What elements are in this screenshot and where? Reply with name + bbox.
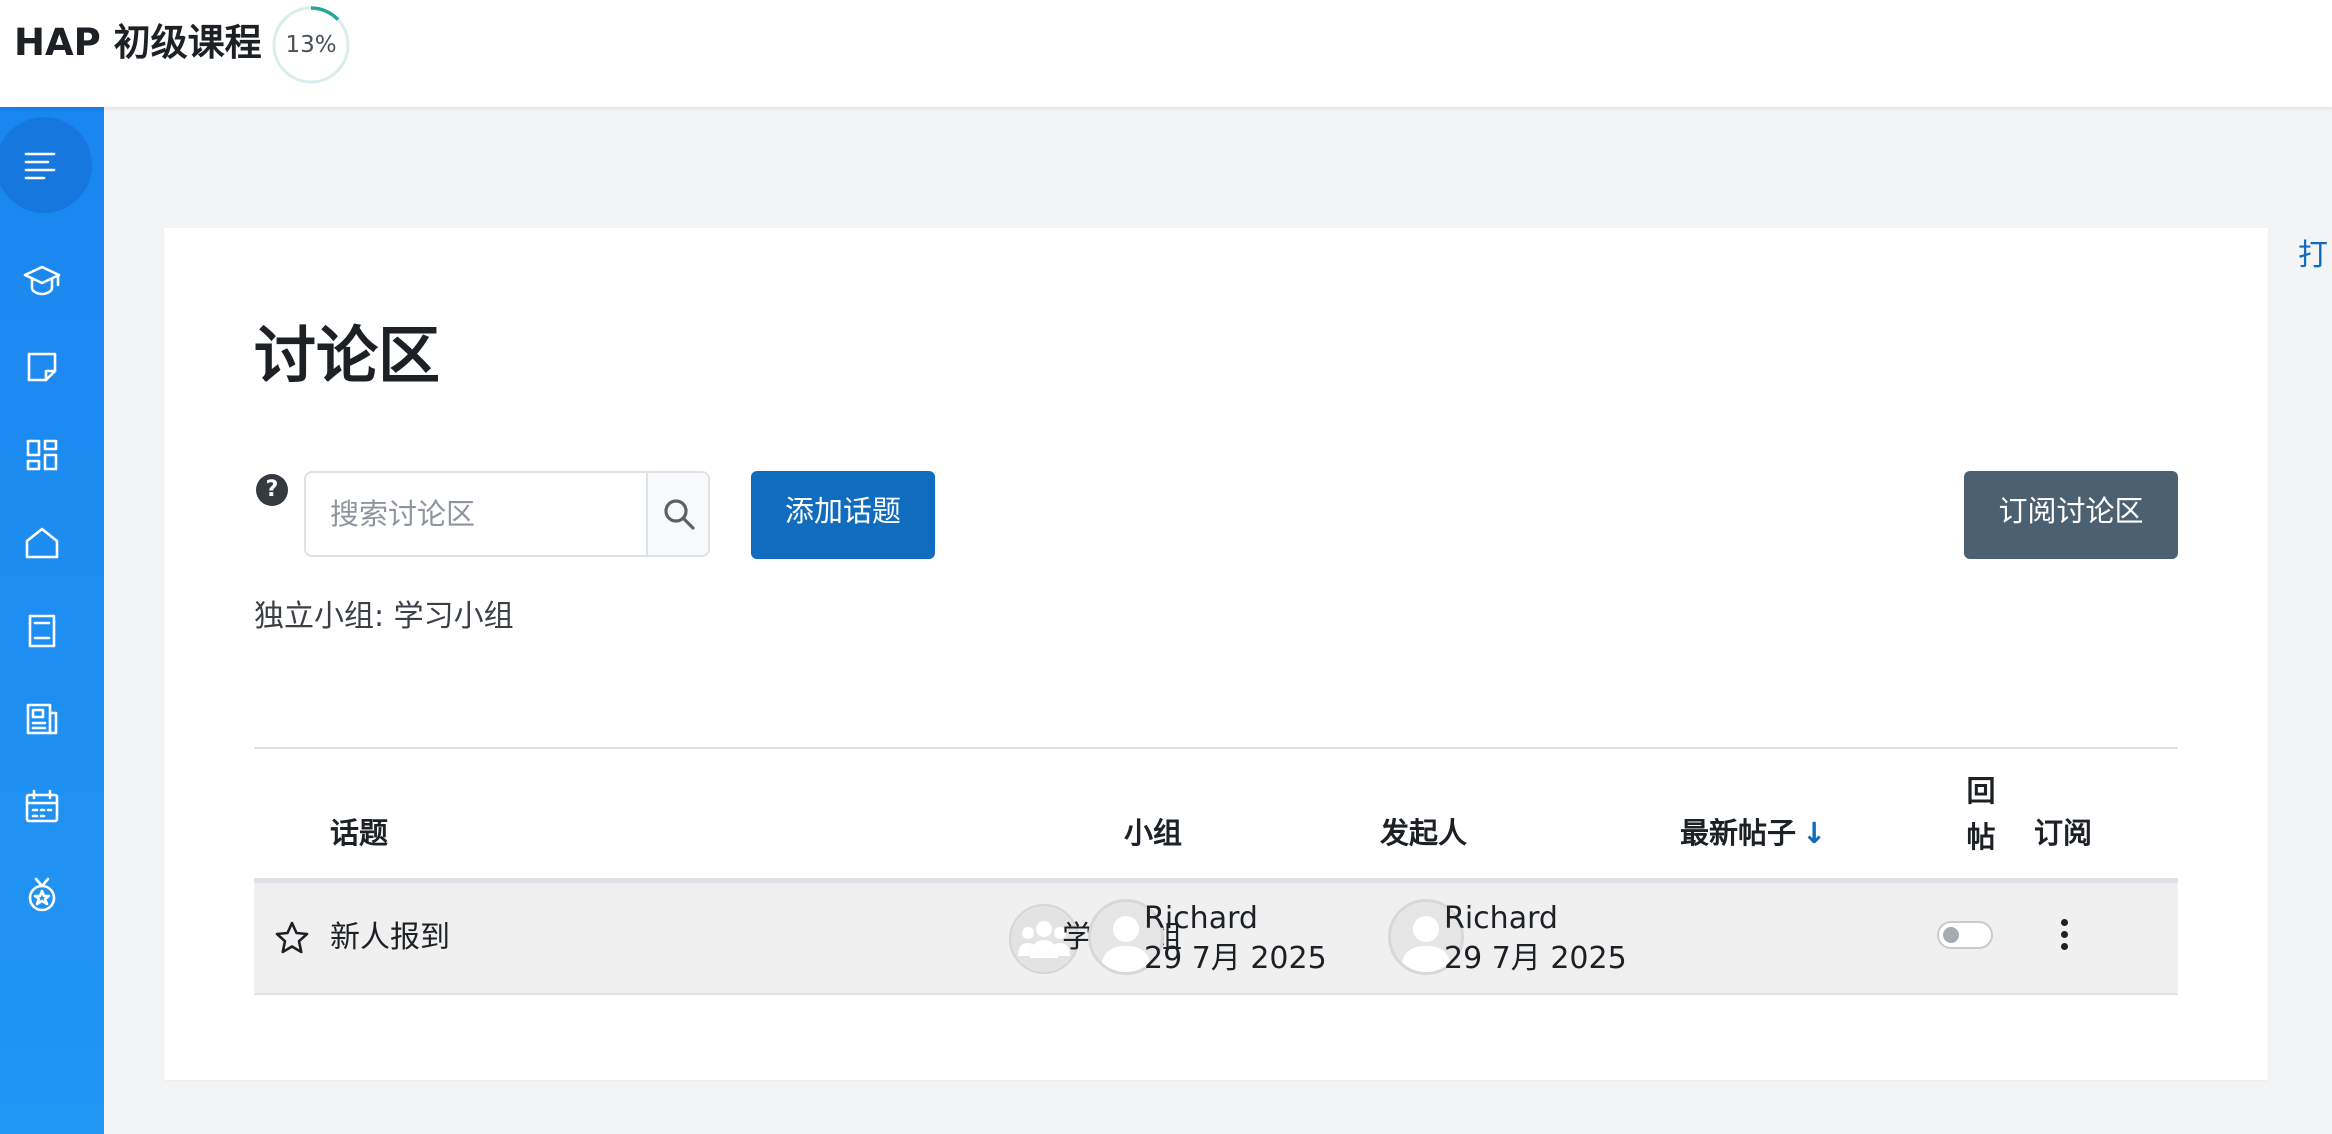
column-header-group: 小组 [1124,816,1183,850]
forum-card: 讨论区 ? 添加话题 订阅讨论区 独立小组: 学习小组 话题 小组 发起人 最新… [164,228,2268,1080]
sort-arrow-icon: ↓ [1802,816,1827,850]
table-row: 新人报到 学习小组 Richard 29 7月 2025 Richard 29 … [254,883,2178,995]
right-drawer-link[interactable]: 打 [2298,230,2328,274]
course-title[interactable]: HAP 初级课程 [14,18,262,68]
note-icon[interactable] [22,347,62,387]
last-post-label: 最新帖子 [1680,816,1797,850]
column-header-started-by[interactable]: 发起人 [1380,812,1467,854]
starter-name[interactable]: Richard [1144,899,1258,939]
last-post-author[interactable]: Richard [1444,899,1558,939]
toggle-knob [1943,927,1959,943]
badge-icon[interactable] [22,875,62,915]
kebab-menu-icon[interactable] [2056,919,2072,959]
graduation-cap-icon[interactable] [22,260,62,300]
calendar-icon[interactable] [22,787,62,827]
top-header: HAP 初级课程 13% [0,0,2332,107]
subscribe-forum-button[interactable]: 订阅讨论区 [1964,471,2178,559]
course-progress: 13% [270,4,352,86]
book-icon[interactable] [22,611,62,651]
column-header-topic: 话题 [330,816,389,850]
topic-link[interactable]: 新人报到 [330,918,450,958]
add-topic-button[interactable]: 添加话题 [751,471,935,559]
home-icon[interactable] [22,523,62,563]
search-input[interactable] [306,473,648,555]
help-icon[interactable]: ? [256,474,288,506]
search-box [304,471,710,557]
subscribe-toggle[interactable] [1937,921,1993,949]
column-header-subscribe: 订阅 [2034,816,2093,850]
newspaper-icon[interactable] [22,699,62,739]
column-header-last-post[interactable]: 最新帖子 ↓ [1680,812,1826,854]
page-title: 讨论区 [254,319,441,392]
search-button[interactable] [646,473,708,555]
menu-icon [20,145,60,185]
group-mode-label: 独立小组: 学习小组 [254,599,514,634]
table-divider [254,747,2178,749]
last-post-date[interactable]: 29 7月 2025 [1444,939,1627,979]
dashboard-icon[interactable] [22,435,62,475]
sidebar [0,107,104,1134]
sidebar-toggle-button[interactable] [0,117,92,213]
column-header-replies[interactable]: 回帖 [1966,768,1996,860]
starter-date: 29 7月 2025 [1144,941,1327,976]
search-icon [664,499,695,530]
progress-label: 13% [285,32,337,58]
star-icon[interactable] [274,920,310,956]
